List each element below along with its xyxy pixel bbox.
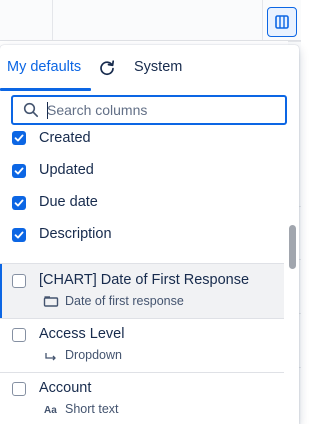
checkbox-checked[interactable] bbox=[12, 164, 26, 178]
search-box[interactable] bbox=[11, 95, 287, 125]
checkbox-checked[interactable] bbox=[12, 196, 26, 210]
checkbox-unchecked[interactable] bbox=[12, 382, 26, 396]
list-item[interactable]: Access Level Dropdown bbox=[0, 319, 284, 372]
field-type-label: Short text bbox=[65, 402, 119, 416]
column-divider bbox=[52, 0, 53, 40]
checkbox-checked[interactable] bbox=[12, 131, 26, 145]
svg-text:Aa: Aa bbox=[44, 405, 57, 415]
checkmark-icon bbox=[14, 231, 24, 239]
list-item-label: Created bbox=[39, 130, 91, 146]
list-item-highlighted[interactable]: [CHART] Date of First Response Date of f… bbox=[0, 264, 284, 318]
list-item-label: Description bbox=[39, 226, 112, 242]
columns-picker-button[interactable] bbox=[267, 7, 297, 37]
list-item[interactable]: Due date bbox=[0, 187, 284, 219]
checkmark-icon bbox=[14, 199, 24, 207]
dropdown-field-icon bbox=[45, 353, 56, 361]
list-item-label: Updated bbox=[39, 162, 94, 178]
checkmark-icon bbox=[14, 167, 24, 175]
field-type-label: Date of first response bbox=[65, 294, 184, 308]
table-header-strip bbox=[0, 0, 301, 41]
list-item-label: Access Level bbox=[39, 326, 125, 342]
refresh-icon[interactable] bbox=[98, 59, 116, 77]
tab-system[interactable]: System bbox=[134, 59, 182, 75]
field-type: Date of first response bbox=[43, 294, 184, 308]
text-field-icon: Aa bbox=[44, 405, 57, 415]
active-tab-indicator bbox=[0, 88, 91, 91]
scrollbar-thumb[interactable] bbox=[289, 225, 296, 269]
list-item-label: [CHART] Date of First Response bbox=[39, 272, 250, 288]
field-type: Aa Short text bbox=[43, 402, 119, 416]
checkbox-checked[interactable] bbox=[12, 228, 26, 242]
field-type-label: Dropdown bbox=[65, 348, 122, 362]
list-item[interactable]: Updated bbox=[0, 155, 284, 187]
list-item-label: Due date bbox=[39, 194, 98, 210]
list-item[interactable]: Description bbox=[0, 219, 284, 251]
search-icon bbox=[23, 102, 39, 118]
column-divider bbox=[262, 0, 263, 40]
checkmark-icon bbox=[14, 134, 24, 142]
calendar-field-icon bbox=[43, 296, 59, 307]
scrollbar[interactable] bbox=[286, 127, 297, 424]
tab-my-defaults[interactable]: My defaults bbox=[7, 59, 81, 75]
checkbox-unchecked[interactable] bbox=[12, 274, 26, 288]
field-type: Dropdown bbox=[43, 348, 122, 362]
list-item[interactable]: Created bbox=[0, 127, 284, 151]
checkbox-unchecked[interactable] bbox=[12, 328, 26, 342]
columns-icon bbox=[275, 15, 289, 29]
search-input[interactable] bbox=[47, 100, 277, 120]
tab-bar: My defaults System bbox=[0, 45, 299, 91]
column-picker-panel: My defaults System Created Updated bbox=[0, 45, 299, 424]
focus-indicator bbox=[0, 264, 2, 318]
list-item[interactable]: Account Aa Short text bbox=[0, 373, 284, 424]
list-item-label: Account bbox=[39, 380, 92, 396]
